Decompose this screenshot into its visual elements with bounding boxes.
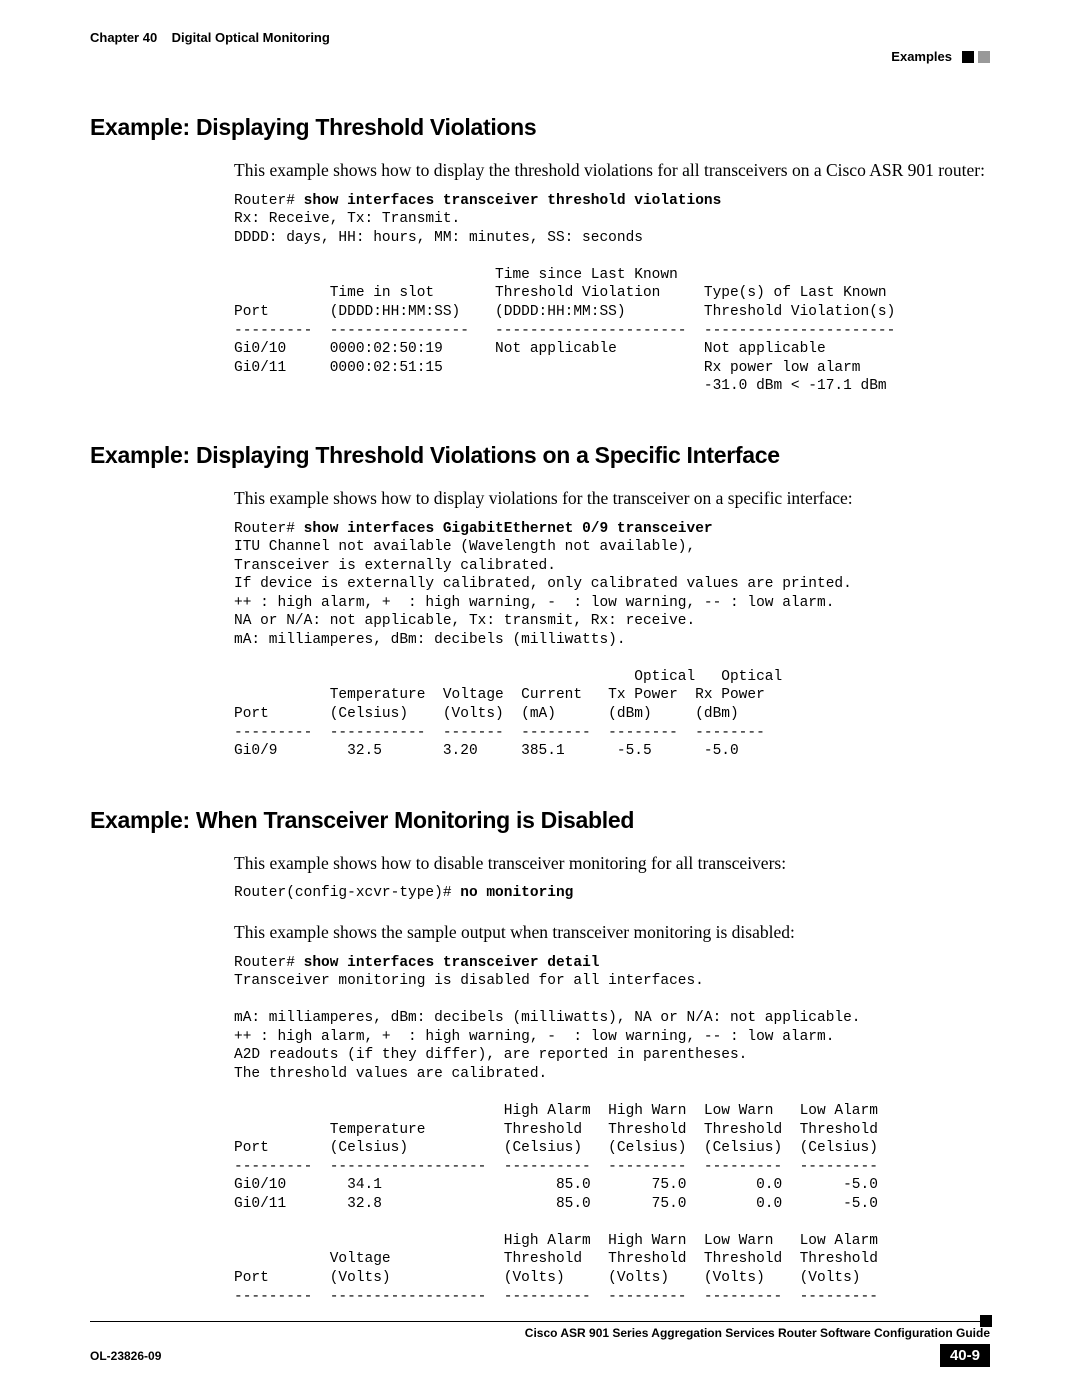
cli-command: show interfaces GigabitEthernet 0/9 tran… [304, 521, 713, 537]
footer-doc-id: OL-23826-09 [90, 1349, 161, 1363]
cli-block: Router# show interfaces transceiver deta… [234, 954, 990, 1306]
page-footer: Cisco ASR 901 Series Aggregation Service… [90, 1321, 990, 1367]
cli-command: show interfaces transceiver threshold vi… [304, 193, 722, 209]
footer-rule-end-icon [980, 1315, 992, 1327]
footer-guide-title: Cisco ASR 901 Series Aggregation Service… [90, 1326, 990, 1340]
cli-block: Router# show interfaces transceiver thre… [234, 192, 990, 396]
cli-prompt: Router# [234, 955, 304, 971]
cli-prompt: Router# [234, 521, 304, 537]
intro-text: This example shows the sample output whe… [234, 921, 990, 944]
intro-text: This example shows how to disable transc… [234, 852, 990, 875]
breadcrumb-row: Examples [90, 49, 990, 64]
footer-rule [90, 1321, 990, 1322]
breadcrumb: Examples [891, 49, 952, 64]
cli-prompt: Router(config-xcvr-type)# [234, 885, 460, 901]
section-heading-monitoring-disabled: Example: When Transceiver Monitoring is … [90, 807, 990, 834]
intro-text: This example shows how to display violat… [234, 487, 990, 510]
section-heading-specific-interface: Example: Displaying Threshold Violations… [90, 442, 990, 469]
cli-command: no monitoring [460, 885, 573, 901]
cli-block: Router# show interfaces GigabitEthernet … [234, 520, 990, 761]
page-number: 40-9 [940, 1344, 990, 1367]
cli-block: Router(config-xcvr-type)# no monitoring [234, 884, 990, 903]
chapter-title: Digital Optical Monitoring [172, 30, 330, 45]
page-header: Chapter 40 Digital Optical Monitoring [90, 30, 990, 45]
chapter-label: Chapter 40 [90, 30, 157, 45]
cli-output: ITU Channel not available (Wavelength no… [234, 539, 852, 759]
cli-prompt: Router# [234, 193, 304, 209]
intro-text: This example shows how to display the th… [234, 159, 990, 182]
cli-command: show interfaces transceiver detail [304, 955, 600, 971]
cli-output: Rx: Receive, Tx: Transmit. DDDD: days, H… [234, 211, 895, 394]
section-heading-threshold-violations: Example: Displaying Threshold Violations [90, 114, 990, 141]
header-accent-black-box [962, 51, 974, 63]
header-accent-gray-box [978, 51, 990, 63]
cli-output: Transceiver monitoring is disabled for a… [234, 973, 878, 1304]
